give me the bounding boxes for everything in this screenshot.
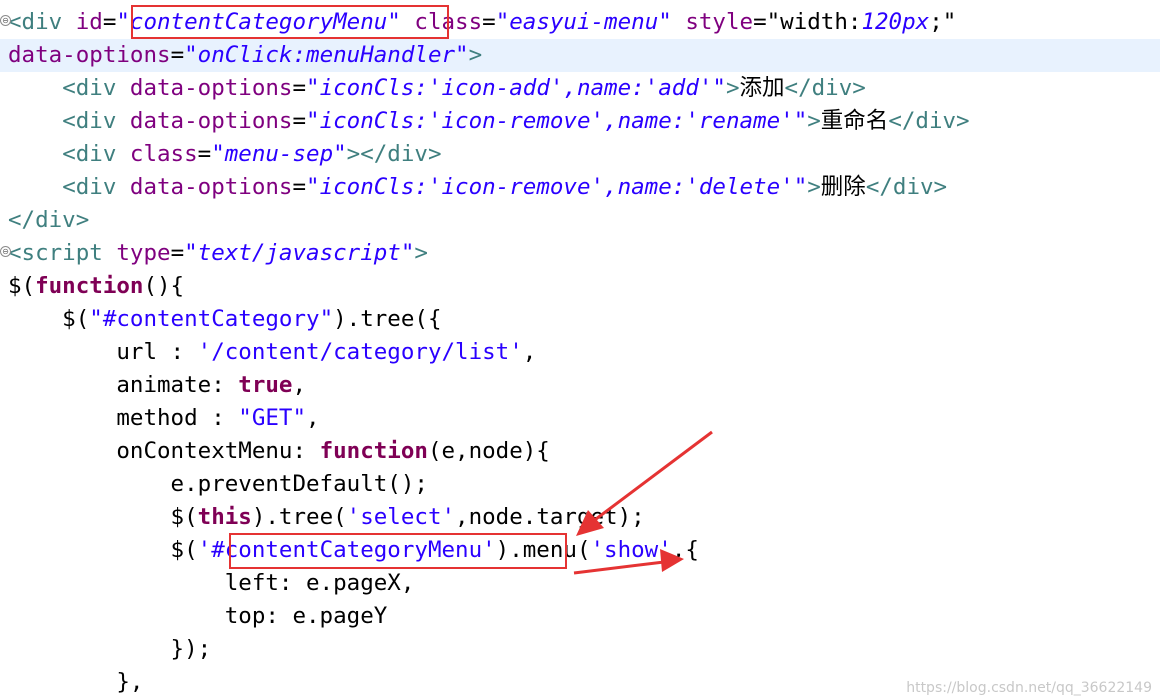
annotation-arrows [573, 430, 713, 575]
arrow-to-show [573, 549, 684, 575]
arrow-to-selector [576, 430, 713, 536]
watermark: https://blog.csdn.net/qq_36622149 [906, 680, 1152, 696]
